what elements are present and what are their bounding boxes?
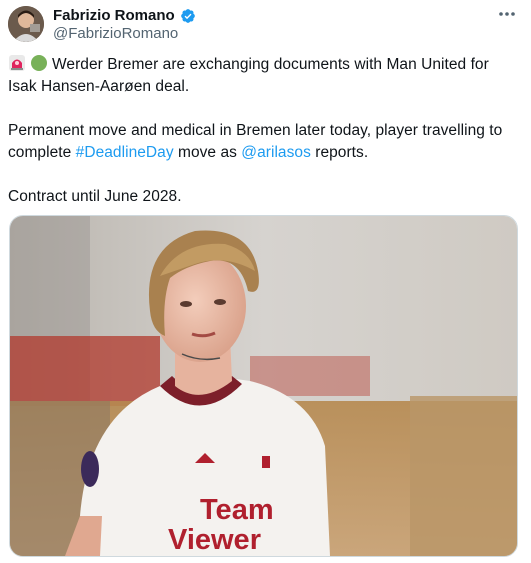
author-avatar[interactable] (8, 6, 44, 42)
player-photo-icon: Team Viewer (10, 216, 517, 556)
tweet-text: Werder Bremer are exchanging documents w… (8, 54, 518, 208)
verified-badge-icon (180, 8, 196, 24)
more-horizontal-icon (499, 12, 515, 16)
hashtag-link[interactable]: #DeadlineDay (76, 144, 174, 161)
author-handle[interactable]: @FabrizioRomano (53, 25, 178, 43)
siren-emoji-icon (8, 54, 26, 72)
tweet-line-3: Contract until June 2028. (8, 188, 182, 205)
tweet-line-2: Permanent move and medical in Bremen lat… (8, 120, 518, 164)
shirt-sponsor-line-1: Team (200, 494, 274, 526)
more-options-button[interactable] (497, 6, 517, 22)
green-circle-emoji-icon (30, 54, 48, 72)
tweet-line-1-text: Werder Bremer are exchanging documents w… (8, 56, 489, 95)
avatar-photo-icon (8, 6, 44, 42)
tweet-card[interactable]: Fabrizio Romano @FabrizioRomano Werder B… (0, 0, 531, 563)
shirt-sponsor-line-2: Viewer (168, 524, 261, 556)
tweet-line-1: Werder Bremer are exchanging documents w… (8, 54, 518, 98)
tweet-line-2-text-b: move as (173, 144, 242, 161)
mention-link[interactable]: @arilasos (241, 144, 311, 161)
tweet-media-image[interactable]: Team Viewer (9, 215, 518, 557)
tweet-line-2-text-c: reports. (310, 144, 369, 161)
author-name[interactable]: Fabrizio Romano (53, 7, 175, 25)
